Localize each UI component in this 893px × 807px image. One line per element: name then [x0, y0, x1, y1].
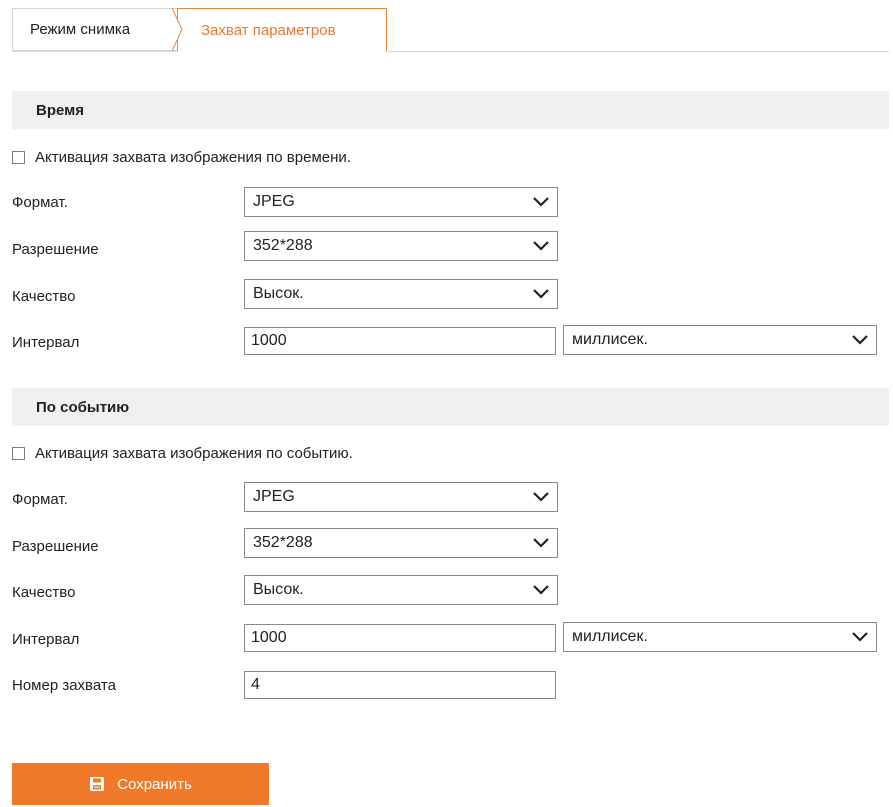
event-capture-checkbox[interactable] — [12, 446, 25, 460]
time-resolution-label: Разрешение — [12, 241, 99, 258]
tab-capture-parameters-label: Захват параметров — [201, 21, 336, 39]
chevron-down-icon — [533, 538, 549, 548]
event-format-value: JPEG — [253, 488, 295, 505]
time-interval-unit-value: миллисек. — [572, 331, 648, 348]
time-resolution-value: 352*288 — [253, 237, 313, 254]
event-interval-input[interactable]: 1000 — [244, 624, 556, 652]
capture-number-value: 4 — [251, 676, 260, 693]
time-quality-value: Высок. — [253, 285, 304, 302]
time-resolution-select[interactable]: 352*288 — [244, 231, 558, 261]
section-title-time: Время — [36, 101, 84, 119]
time-interval-value: 1000 — [251, 332, 287, 349]
event-interval-label: Интервал — [12, 631, 80, 648]
time-capture-checkbox[interactable] — [12, 150, 25, 164]
tab-separator-chevron — [171, 8, 183, 51]
section-header-time: Время — [12, 91, 889, 129]
event-interval-unit-select[interactable]: миллисек. — [563, 622, 877, 652]
chevron-down-icon — [852, 335, 868, 345]
tab-capture-parameters[interactable]: Захват параметров — [177, 8, 387, 52]
event-quality-label: Качество — [12, 584, 76, 601]
tab-baseline — [12, 51, 889, 52]
event-quality-select[interactable]: Высок. — [244, 575, 558, 605]
time-capture-checkbox-label: Активация захвата изображения по времени… — [35, 148, 351, 166]
time-format-select[interactable]: JPEG — [244, 187, 558, 217]
chevron-down-icon — [533, 492, 549, 502]
event-capture-checkbox-row[interactable]: Активация захвата изображения по событию… — [12, 443, 353, 463]
save-button[interactable]: Сохранить — [12, 763, 269, 805]
time-interval-label: Интервал — [12, 334, 80, 351]
capture-number-label: Номер захвата — [12, 677, 116, 694]
tab-bar: Режим снимка Захват параметров — [12, 8, 889, 53]
tab-snapshot-mode-label: Режим снимка — [30, 21, 131, 38]
time-format-label: Формат. — [12, 194, 68, 211]
chevron-down-icon — [533, 289, 549, 299]
event-format-label: Формат. — [12, 491, 68, 508]
time-interval-unit-select[interactable]: миллисек. — [563, 325, 877, 355]
event-quality-value: Высок. — [253, 581, 304, 598]
chevron-down-icon — [533, 241, 549, 251]
event-format-select[interactable]: JPEG — [244, 482, 558, 512]
time-quality-label: Качество — [12, 288, 76, 305]
event-resolution-select[interactable]: 352*288 — [244, 528, 558, 558]
chevron-down-icon — [852, 632, 868, 642]
time-quality-select[interactable]: Высок. — [244, 279, 558, 309]
event-resolution-value: 352*288 — [253, 534, 313, 551]
event-interval-unit-value: миллисек. — [572, 628, 648, 645]
section-title-event: По событию — [36, 398, 130, 416]
event-capture-checkbox-label: Активация захвата изображения по событию… — [35, 444, 353, 462]
chevron-down-icon — [533, 197, 549, 207]
event-resolution-label: Разрешение — [12, 538, 99, 555]
capture-number-input[interactable]: 4 — [244, 671, 556, 699]
time-capture-checkbox-row[interactable]: Активация захвата изображения по времени… — [12, 147, 351, 167]
event-interval-value: 1000 — [251, 629, 287, 646]
save-button-label: Сохранить — [117, 775, 192, 793]
time-format-value: JPEG — [253, 193, 295, 210]
tab-snapshot-mode[interactable]: Режим снимка — [12, 8, 177, 51]
time-interval-input[interactable]: 1000 — [244, 327, 556, 355]
save-icon — [90, 777, 105, 791]
chevron-down-icon — [533, 585, 549, 595]
section-header-event: По событию — [12, 388, 889, 426]
